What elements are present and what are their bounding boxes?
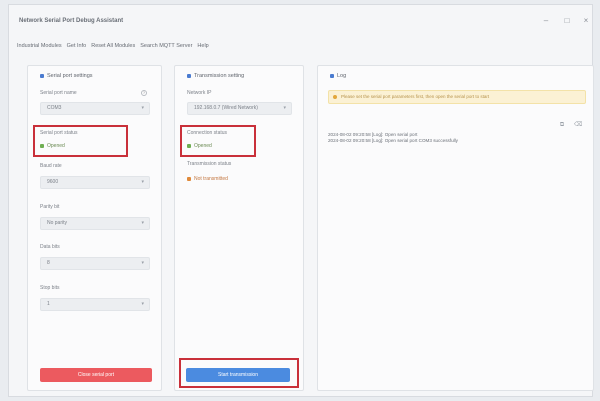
settings-icon [40,73,44,78]
network-ip-select[interactable]: 192.168.0.7 (Wired Network) ▾ [187,102,292,115]
network-ip-label: Network IP [187,90,212,96]
data-bits-select[interactable]: 8 ▾ [40,257,150,270]
close-serial-port-button[interactable]: Close serial port [40,368,152,382]
serial-port-select[interactable]: COM3 ▾ [40,102,150,115]
connection-status-label: Connection status [187,130,228,136]
chevron-down-icon: ▾ [141,220,144,226]
menu-bar: Industrial Modules Get Info Reset All Mo… [17,43,209,49]
log-line: 2024-08-02 09:20:58 [Log]: Open serial p… [328,138,458,143]
parity-label: Parity bit [40,204,60,210]
transmission-status-label: Transmission status [187,161,232,167]
menu-reset-modules[interactable]: Reset All Modules [91,43,135,49]
serial-port-label: Serial port name [40,90,77,96]
baud-rate-label: Baud rate [40,163,62,169]
log-panel: Log Please set the serial port parameter… [317,65,594,391]
baud-rate-select[interactable]: 9600 ▾ [40,176,150,189]
settings-icon [187,73,191,78]
transmission-settings-panel: Transmission setting Network IP 192.168.… [174,65,304,391]
app-window: Network Serial Port Debug Assistant – □ … [8,4,594,397]
data-bits-label: Data bits [40,244,60,250]
connection-status-badge: Opened [187,143,212,149]
log-icon [330,73,334,78]
log-panel-title: Log [330,73,346,79]
menu-get-info[interactable]: Get Info [67,43,87,49]
serial-status-label: Serial port status [40,130,78,136]
minimize-icon[interactable]: – [541,17,551,25]
start-transmission-button[interactable]: Start transmission [186,368,290,382]
menu-help[interactable]: Help [197,43,208,49]
help-icon[interactable]: ? [141,90,147,96]
menu-industrial-modules[interactable]: Industrial Modules [17,43,62,49]
transmission-panel-title: Transmission setting [187,73,244,79]
serial-panel-title: Serial port settings [40,73,93,79]
title-bar: Network Serial Port Debug Assistant – □ … [9,5,592,35]
maximize-icon[interactable]: □ [562,17,572,25]
chevron-down-icon: ▾ [141,179,144,185]
log-output[interactable]: 2024-08-02 09:20:58 [Log]: Open serial p… [328,132,586,382]
chevron-down-icon: ▾ [283,105,286,111]
transmission-status-badge: Not transmitted [187,176,228,182]
chevron-down-icon: ▾ [141,260,144,266]
parity-select[interactable]: No parity ▾ [40,217,150,230]
menu-search-mqtt[interactable]: Search MQTT Server [140,43,192,49]
chevron-down-icon: ▾ [141,105,144,111]
stop-bits-select[interactable]: 1 ▾ [40,298,150,311]
serial-settings-panel: Serial port settings Serial port name ? … [27,65,162,391]
stop-bits-label: Stop bits [40,285,60,291]
close-icon[interactable]: × [581,17,591,25]
clear-icon[interactable]: ⌫ [574,122,582,128]
warning-icon [333,95,337,99]
copy-icon[interactable]: ⧉ [559,122,565,128]
serial-status-badge: Opened [40,143,65,149]
log-notice: Please set the serial port parameters fi… [328,90,586,104]
window-title: Network Serial Port Debug Assistant [19,18,124,24]
chevron-down-icon: ▾ [141,301,144,307]
